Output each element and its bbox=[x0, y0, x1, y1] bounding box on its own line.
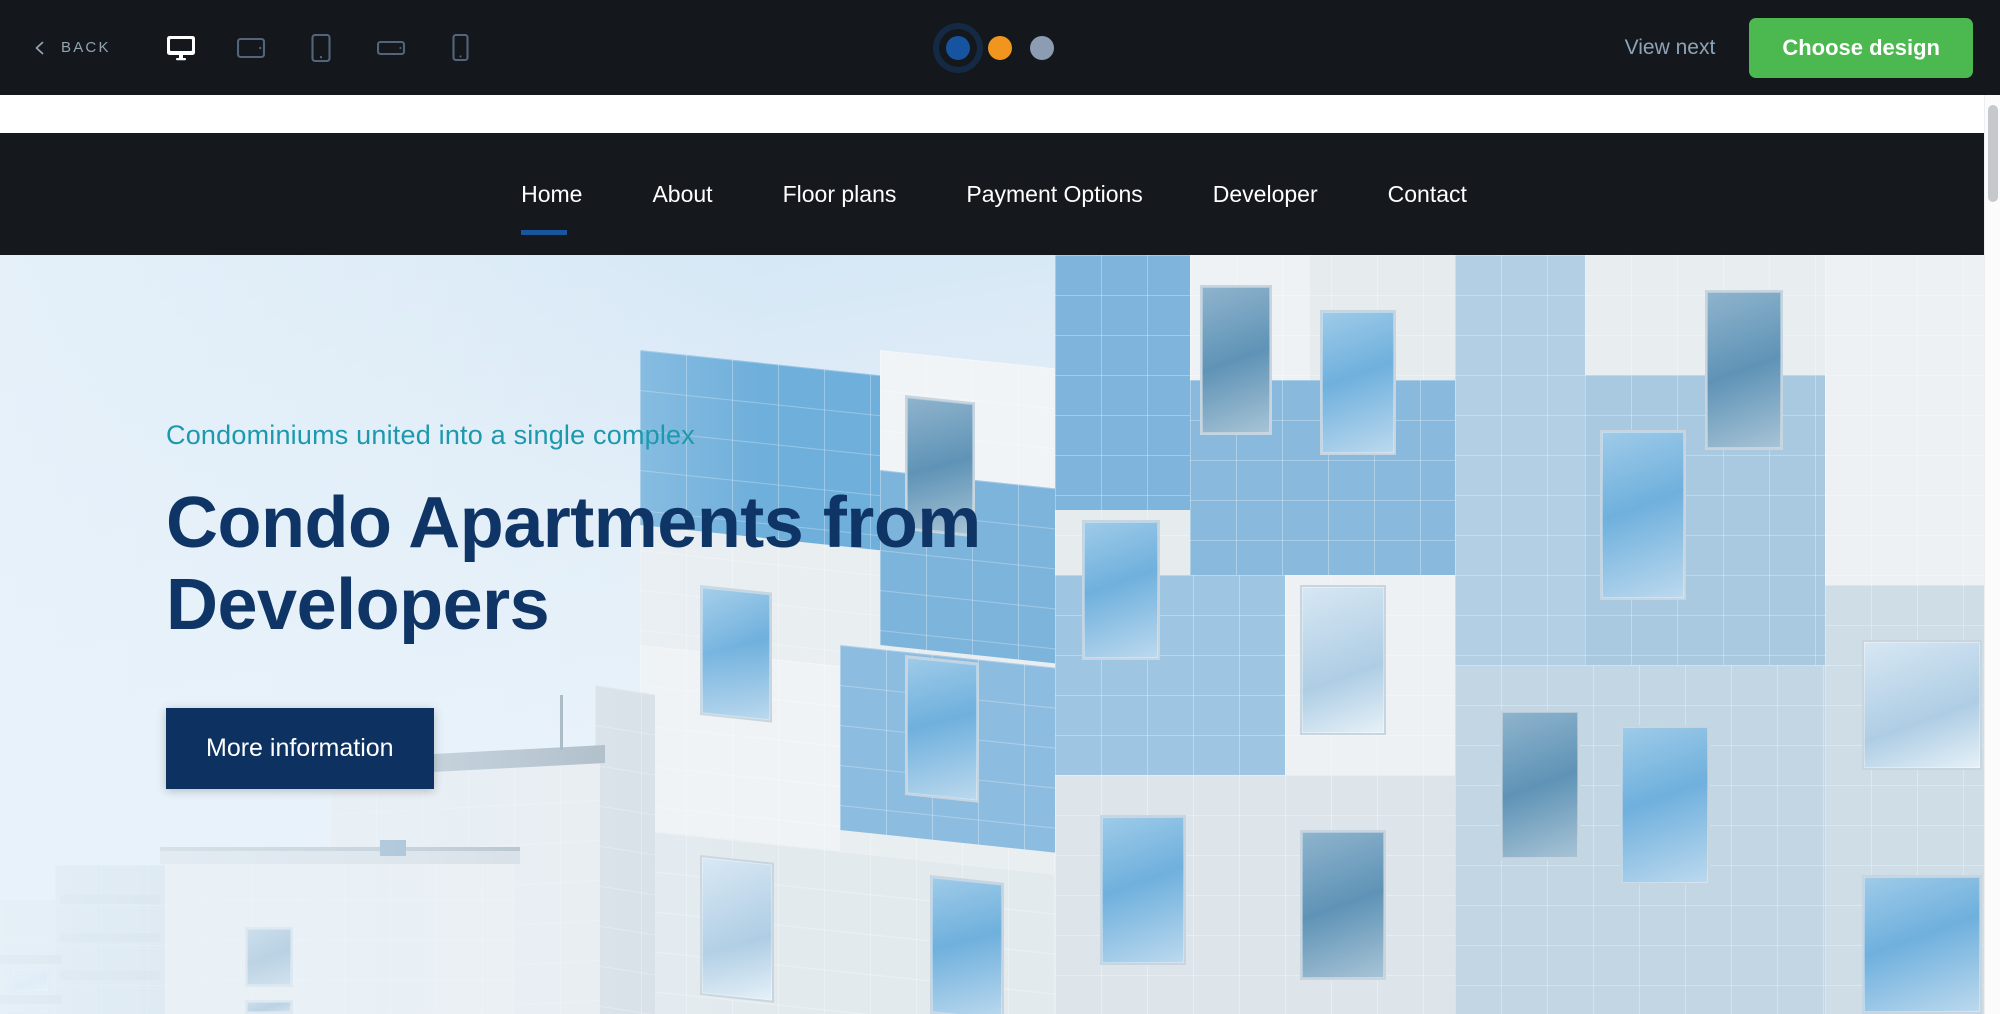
choose-design-button[interactable]: Choose design bbox=[1749, 17, 1973, 78]
color-scheme-swatches bbox=[946, 35, 1054, 60]
site-navigation: Home About Floor plans Payment Options D… bbox=[0, 133, 1988, 255]
more-information-button[interactable]: More information bbox=[166, 708, 434, 790]
hero-section: Condominiums united into a single comple… bbox=[0, 255, 1988, 1014]
desktop-icon[interactable] bbox=[159, 26, 203, 70]
back-button[interactable]: BACK bbox=[32, 39, 111, 56]
view-next-link[interactable]: View next bbox=[1625, 36, 1716, 60]
hero-title: Condo Apartments from Developers bbox=[166, 483, 981, 646]
nav-item-about[interactable]: About bbox=[617, 181, 747, 208]
nav-item-home[interactable]: Home bbox=[486, 181, 617, 235]
color-swatch-orange[interactable] bbox=[988, 35, 1012, 60]
color-swatch-slate-blue[interactable] bbox=[1030, 35, 1054, 60]
nav-item-payment-options[interactable]: Payment Options bbox=[931, 181, 1177, 208]
preview-top-spacer bbox=[0, 95, 1988, 133]
tablet-landscape-icon[interactable] bbox=[229, 26, 273, 70]
scrollbar-thumb[interactable] bbox=[1988, 105, 1998, 202]
nav-item-contact[interactable]: Contact bbox=[1353, 181, 1502, 208]
hero-content: Condominiums united into a single comple… bbox=[166, 420, 1046, 790]
mobile-portrait-icon[interactable] bbox=[439, 26, 483, 70]
chevron-left-icon bbox=[32, 40, 48, 56]
tablet-portrait-icon[interactable] bbox=[299, 26, 343, 70]
site-preview-frame: Home About Floor plans Payment Options D… bbox=[0, 95, 1988, 1014]
toolbar-actions: View next Choose design bbox=[1625, 17, 1973, 78]
vertical-scrollbar[interactable] bbox=[1984, 95, 2000, 1014]
device-preview-switcher bbox=[159, 26, 483, 70]
mobile-landscape-icon[interactable] bbox=[369, 26, 413, 70]
nav-item-developer[interactable]: Developer bbox=[1178, 181, 1353, 208]
back-label: BACK bbox=[61, 39, 111, 56]
color-swatch-blue[interactable] bbox=[946, 35, 970, 60]
hero-kicker: Condominiums united into a single comple… bbox=[166, 420, 695, 450]
nav-item-floor-plans[interactable]: Floor plans bbox=[748, 181, 932, 208]
editor-toolbar: BACK View next Choose design bbox=[0, 0, 2000, 95]
